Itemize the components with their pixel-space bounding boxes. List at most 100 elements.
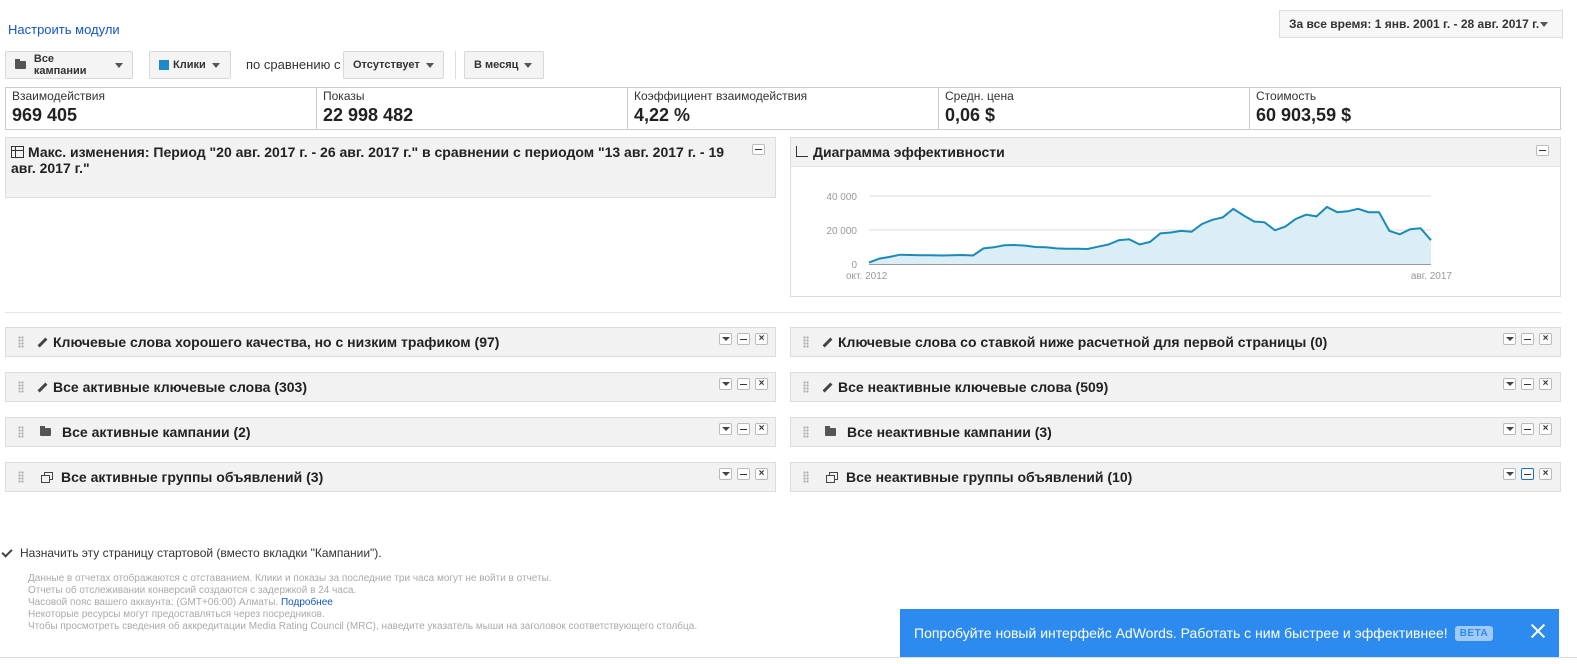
drag-handle-icon[interactable] bbox=[803, 336, 809, 348]
metric-label: Показы bbox=[323, 89, 365, 103]
widget-title[interactable]: Все неактивные ключевые слова (509) bbox=[838, 379, 1108, 395]
widget-active-keywords[interactable]: Все активные ключевые слова (303) × bbox=[5, 372, 776, 402]
folder-icon bbox=[15, 59, 26, 69]
widget-title[interactable]: Все активные кампании (2) bbox=[62, 424, 251, 440]
metric-cost[interactable]: Стоимость 60 903,59 $ bbox=[1250, 88, 1560, 129]
drag-handle-icon[interactable] bbox=[803, 471, 809, 483]
max-changes-widget: Макс. изменения: Период "20 авг. 2017 г.… bbox=[5, 137, 776, 198]
banner-text[interactable]: Попробуйте новый интерфейс AdWords. Рабо… bbox=[914, 625, 1448, 641]
minimize-button[interactable] bbox=[1521, 468, 1534, 480]
widget-title[interactable]: Ключевые слова со ставкой ниже расчетной… bbox=[838, 334, 1327, 350]
widget-inactive-campaigns[interactable]: Все неактивные кампании (3) × bbox=[790, 417, 1561, 447]
close-button[interactable]: × bbox=[755, 423, 768, 435]
chevron-down-icon bbox=[211, 62, 220, 68]
minimize-button[interactable] bbox=[737, 423, 750, 435]
pencil-icon bbox=[821, 336, 833, 348]
drag-handle-icon[interactable] bbox=[803, 426, 809, 438]
close-icon[interactable] bbox=[1530, 623, 1546, 639]
metric-interactions[interactable]: Взаимодействия 969 405 bbox=[6, 88, 317, 129]
campaigns-dropdown[interactable]: Все кампании bbox=[5, 51, 133, 79]
widget-menu-button[interactable] bbox=[1503, 333, 1516, 345]
widget-menu-button[interactable] bbox=[719, 333, 732, 345]
metric-label: Коэффициент взаимодействия bbox=[634, 89, 808, 103]
metric-impressions[interactable]: Показы 22 998 482 bbox=[317, 88, 628, 129]
close-button[interactable]: × bbox=[755, 378, 768, 390]
minimize-button[interactable] bbox=[737, 333, 750, 345]
beta-badge: BETA bbox=[1454, 625, 1494, 641]
widget-menu-button[interactable] bbox=[1503, 423, 1516, 435]
widget-active-ad-groups[interactable]: Все активные группы объявлений (3) × bbox=[5, 462, 776, 492]
campaigns-dropdown-label: Все кампании bbox=[33, 53, 87, 77]
period-dropdown[interactable]: В месяц bbox=[464, 51, 544, 79]
metric-avg-cost[interactable]: Средн. цена 0,06 $ bbox=[939, 88, 1250, 129]
chevron-down-icon bbox=[115, 62, 123, 68]
metric-dropdown-label: Клики bbox=[173, 59, 206, 71]
table-icon bbox=[11, 146, 24, 158]
footer-note: Некоторые ресурсы могут предоставляться … bbox=[28, 609, 325, 620]
toolbar-divider bbox=[455, 51, 456, 79]
date-range-selector[interactable]: За все время: 1 янв. 2001 г. - 28 авг. 2… bbox=[1279, 10, 1563, 38]
metric-value: 4,22 % bbox=[634, 105, 691, 125]
metric-value: 60 903,59 $ bbox=[1256, 105, 1352, 125]
widget-active-campaigns[interactable]: Все активные кампании (2) × bbox=[5, 417, 776, 447]
pencil-icon bbox=[36, 336, 48, 348]
section-divider bbox=[5, 312, 1561, 313]
widget-inactive-ad-groups[interactable]: Все неактивные группы объявлений (10) × bbox=[790, 462, 1561, 492]
max-changes-title-text: Макс. изменения: Период "20 авг. 2017 г.… bbox=[11, 144, 725, 176]
metrics-summary-bar: Взаимодействия 969 405 Показы 22 998 482… bbox=[5, 87, 1561, 130]
line-chart-icon bbox=[796, 146, 808, 157]
performance-chart-header: Диаграмма эффективности bbox=[791, 138, 1560, 167]
metric-dropdown[interactable]: Клики bbox=[149, 51, 231, 79]
close-button[interactable]: × bbox=[1539, 423, 1552, 435]
close-button[interactable]: × bbox=[1539, 378, 1552, 390]
widget-title[interactable]: Все активные ключевые слова (303) bbox=[53, 379, 307, 395]
drag-handle-icon[interactable] bbox=[18, 381, 24, 393]
checkmark-icon[interactable] bbox=[1, 545, 13, 558]
widget-menu-button[interactable] bbox=[719, 423, 732, 435]
x-tick-label: окт. 2012 bbox=[846, 271, 888, 282]
metric-value: 0,06 $ bbox=[945, 105, 996, 125]
drag-handle-icon[interactable] bbox=[803, 381, 809, 393]
set-start-page-label[interactable]: Назначить эту страницу стартовой (вместо… bbox=[20, 546, 382, 560]
widget-title[interactable]: Все активные группы объявлений (3) bbox=[61, 469, 323, 485]
minimize-button[interactable] bbox=[752, 144, 765, 155]
widget-menu-button[interactable] bbox=[1503, 468, 1516, 480]
y-tick-label: 40 000 bbox=[826, 192, 857, 203]
widget-menu-button[interactable] bbox=[719, 468, 732, 480]
compare-dropdown[interactable]: Отсутствует bbox=[343, 51, 444, 79]
drag-handle-icon[interactable] bbox=[18, 336, 24, 348]
new-interface-banner[interactable]: Попробуйте новый интерфейс AdWords. Рабо… bbox=[900, 609, 1559, 657]
drag-handle-icon[interactable] bbox=[18, 471, 24, 483]
close-button[interactable]: × bbox=[755, 333, 768, 345]
widget-title[interactable]: Ключевые слова хорошего качества, но с н… bbox=[53, 334, 499, 350]
widget-menu-button[interactable] bbox=[1503, 378, 1516, 390]
ad-group-icon bbox=[825, 471, 838, 483]
widget-title[interactable]: Все неактивные группы объявлений (10) bbox=[846, 469, 1132, 485]
set-start-page-option[interactable]: Назначить эту страницу стартовой (вместо… bbox=[0, 545, 382, 560]
x-tick-label: авг. 2017 bbox=[1411, 271, 1453, 282]
minimize-button[interactable] bbox=[1521, 333, 1534, 345]
minimize-button[interactable] bbox=[737, 378, 750, 390]
widget-menu-button[interactable] bbox=[719, 378, 732, 390]
widget-title[interactable]: Все неактивные кампании (3) bbox=[847, 424, 1052, 440]
minimize-button[interactable] bbox=[1536, 145, 1549, 156]
close-button[interactable]: × bbox=[755, 468, 768, 480]
performance-chart-title: Диаграмма эффективности bbox=[813, 144, 1005, 160]
widget-low-traffic-keywords[interactable]: Ключевые слова хорошего качества, но с н… bbox=[5, 327, 776, 357]
max-changes-title: Макс. изменения: Период "20 авг. 2017 г.… bbox=[11, 144, 770, 176]
footer-notes: Данные в отчетах отображаются с отставан… bbox=[28, 573, 697, 633]
chevron-down-icon bbox=[524, 62, 533, 68]
minimize-button[interactable] bbox=[737, 468, 750, 480]
footer-note: Отчеты об отслеживании конверсий создают… bbox=[28, 585, 357, 596]
metric-interaction-rate[interactable]: Коэффициент взаимодействия 4,22 % bbox=[628, 88, 939, 129]
minimize-button[interactable] bbox=[1521, 423, 1534, 435]
ad-group-icon bbox=[40, 471, 53, 483]
customize-modules-link[interactable]: Настроить модули bbox=[8, 22, 120, 37]
drag-handle-icon[interactable] bbox=[18, 426, 24, 438]
minimize-button[interactable] bbox=[1521, 378, 1534, 390]
close-button[interactable]: × bbox=[1539, 468, 1552, 480]
widget-below-first-page-bid[interactable]: Ключевые слова со ставкой ниже расчетной… bbox=[790, 327, 1561, 357]
learn-more-link[interactable]: Подробнее bbox=[281, 597, 333, 608]
close-button[interactable]: × bbox=[1539, 333, 1552, 345]
widget-inactive-keywords[interactable]: Все неактивные ключевые слова (509) × bbox=[790, 372, 1561, 402]
